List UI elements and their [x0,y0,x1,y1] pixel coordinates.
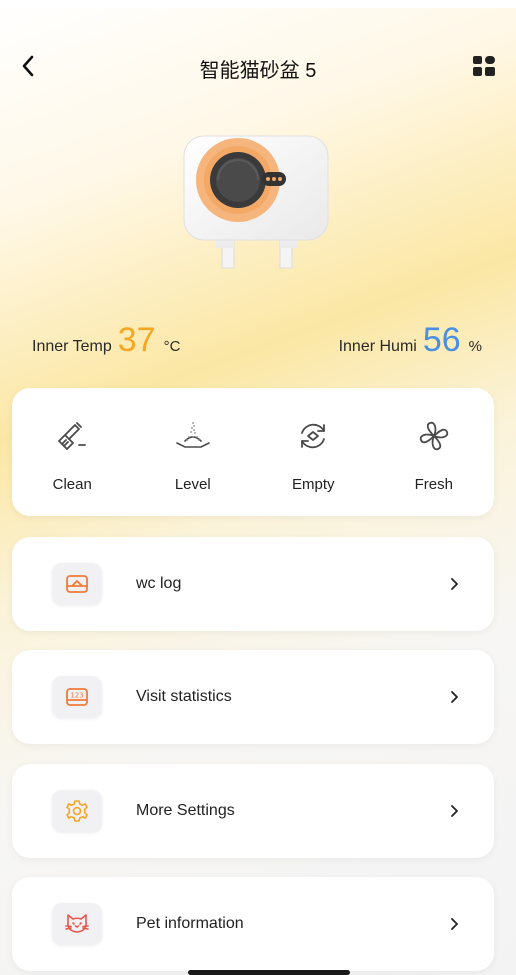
sand-level-icon [175,422,210,448]
inner-temp-value: 37 [117,321,156,359]
readings: Inner Temp 37 °C Inner Humi 56 % [0,320,516,370]
level-label: Level [174,476,211,493]
page-title: 智能猫砂盆 5 [199,60,317,82]
level-button[interactable]: Level [138,416,248,493]
gear-icon [66,800,88,822]
inner-humi-label: Inner Humi [338,338,417,355]
fan-icon [419,421,448,451]
chevron-right-icon [450,578,458,590]
inner-humi-unit: % [468,338,482,355]
inner-temp-label: Inner Temp [32,338,112,355]
menu-item-wc-log[interactable]: wc log [12,537,494,631]
device-image [176,128,336,274]
status-bar [0,0,516,8]
more-menu-button[interactable] [468,50,500,82]
empty-label: Empty [291,476,335,493]
cat-litter-box-icon [183,135,329,269]
counter-123-icon: 123 [66,688,88,706]
menu-label-more-settings: More Settings [136,802,235,819]
litter-tray-icon [66,575,88,593]
fresh-button[interactable]: Fresh [379,416,489,493]
fresh-label: Fresh [414,476,453,493]
wc-log-icon-box [52,563,102,605]
menu-label-pet-information: Pet information [136,915,244,932]
menu-item-more-settings[interactable]: More Settings [12,764,494,858]
pet-information-icon-box [52,903,102,945]
menu-item-pet-information[interactable]: Pet information [12,877,494,971]
inner-temp-reading: Inner Temp 37 °C [32,320,180,360]
chevron-right-icon [450,805,458,817]
inner-humi-reading: Inner Humi 56 % [339,320,482,360]
chevron-right-icon [450,918,458,930]
inner-humi-value: 56 [422,321,461,359]
inner-temp-unit: °C [163,338,181,355]
home-indicator [188,970,350,975]
quick-actions-card: Clean Level Empty Fresh [12,388,494,516]
top-bar: 智能猫砂盆 5 [0,44,516,88]
cat-face-icon [65,914,89,933]
svg-text:123: 123 [70,692,83,700]
visit-statistics-icon-box: 123 [52,676,102,718]
broom-icon [58,422,87,450]
clean-button[interactable]: Clean [17,416,127,493]
grid-icon [473,56,495,76]
menu-label-wc-log: wc log [136,575,182,592]
chevron-right-icon [450,691,458,703]
menu-label-visit-statistics: Visit statistics [136,688,232,705]
menu-item-visit-statistics[interactable]: 123 Visit statistics [12,650,494,744]
clean-label: Clean [52,476,92,493]
more-settings-icon-box [52,790,102,832]
empty-cycle-icon [301,423,326,449]
empty-button[interactable]: Empty [258,416,368,493]
